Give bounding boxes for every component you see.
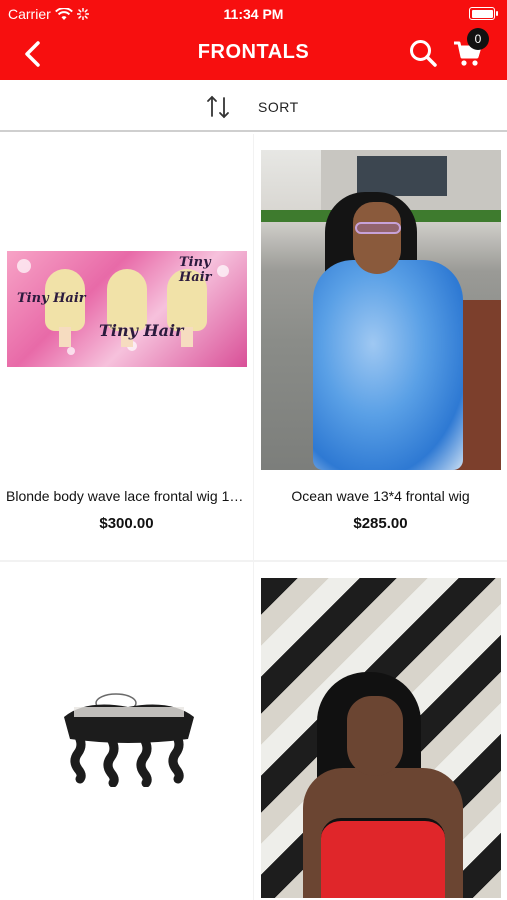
product-price: $285.00 [353, 515, 408, 532]
product-image[interactable]: Tiny Hair Tiny Hair Tiny Hair [7, 251, 247, 367]
product-image[interactable] [56, 677, 201, 787]
product-image[interactable] [261, 578, 501, 898]
sort-arrows-icon[interactable] [205, 94, 231, 120]
product-card[interactable] [254, 562, 507, 900]
battery-icon [469, 7, 498, 20]
product-image[interactable] [261, 150, 501, 470]
banner-text: Tiny Hair [99, 321, 184, 340]
sort-bar[interactable]: SORT [0, 80, 507, 132]
product-name[interactable]: Ocean wave 13*4 frontal wig [254, 488, 507, 504]
product-card[interactable]: Ocean wave 13*4 frontal wig $285.00 [254, 134, 507, 560]
product-card[interactable]: Tiny Hair Tiny Hair Tiny Hair Blonde bod… [0, 134, 253, 560]
product-name[interactable]: Blonde body wave lace frontal wig 13*4 H… [0, 488, 253, 504]
search-icon[interactable] [408, 38, 438, 68]
cart-count-badge: 0 [467, 28, 489, 50]
banner-text: Tiny Hair [17, 291, 86, 306]
product-price: $300.00 [99, 515, 154, 532]
nav-bar: FRONTALS 0 [0, 28, 507, 80]
sort-label[interactable]: SORT [258, 99, 299, 115]
status-bar: Carrier 11:34 PM [0, 0, 507, 28]
status-time: 11:34 PM [223, 6, 284, 22]
product-grid: Tiny Hair Tiny Hair Tiny Hair Blonde bod… [0, 134, 507, 900]
banner-text: Tiny Hair [179, 255, 212, 285]
product-card[interactable] [0, 562, 253, 900]
